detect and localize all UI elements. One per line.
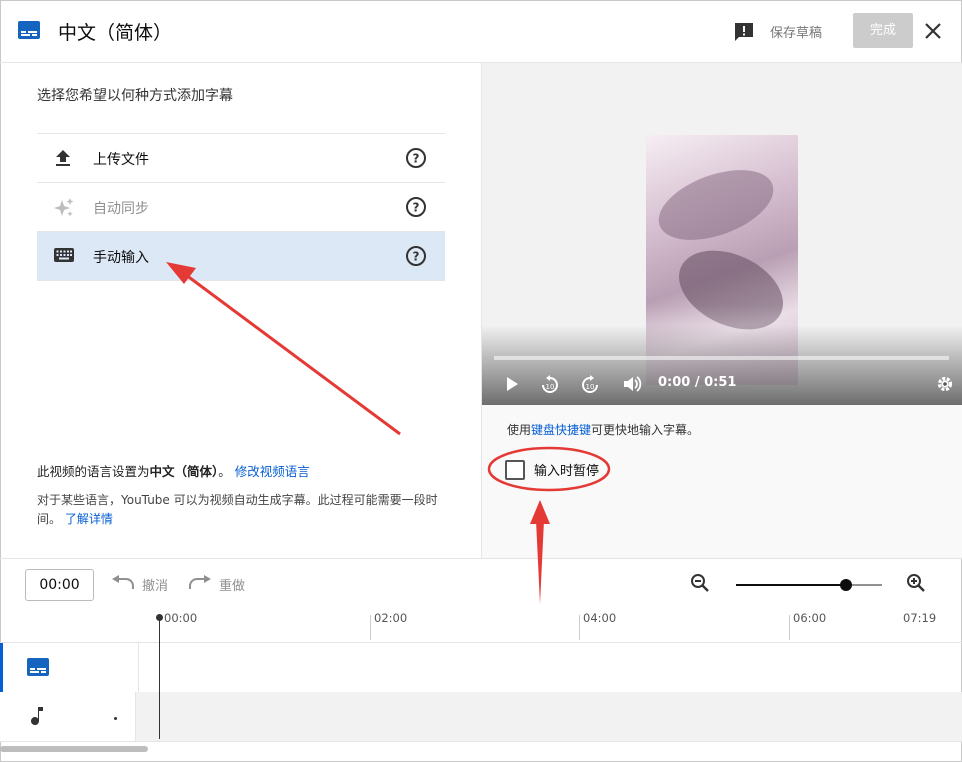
method-prompt: 选择您希望以何种方式添加字幕 xyxy=(37,88,233,104)
close-icon[interactable] xyxy=(923,21,943,45)
ruler-tick: 00:00 xyxy=(164,611,198,625)
divider xyxy=(37,280,445,281)
redo-button[interactable]: 重做 xyxy=(219,575,245,594)
learn-more-link[interactable]: 了解详情 xyxy=(65,512,113,526)
subtitle-track-header xyxy=(0,643,139,692)
option-label: 自动同步 xyxy=(93,201,149,217)
progress-bar[interactable] xyxy=(494,356,949,360)
done-button[interactable]: 完成 xyxy=(853,13,913,48)
subtitle-track[interactable] xyxy=(0,643,962,693)
svg-text:?: ? xyxy=(413,201,420,215)
option-label: 手动输入 xyxy=(93,250,149,266)
upload-icon xyxy=(53,148,73,172)
zoom-slider-thumb[interactable] xyxy=(839,579,852,591)
language-prefix: 此视频的语言设置为 xyxy=(37,464,150,479)
pause-while-typing-checkbox[interactable] xyxy=(505,460,525,480)
subtitles-icon xyxy=(18,21,40,43)
pause-while-typing-label[interactable]: 输入时暂停 xyxy=(534,460,599,479)
video-player[interactable]: 10 10 0:00 / 0:51 xyxy=(482,63,962,405)
ruler-tick: 06:00 xyxy=(789,611,826,640)
help-icon[interactable]: ? xyxy=(405,245,427,271)
waveform-dot xyxy=(114,717,117,720)
volume-icon[interactable] xyxy=(622,375,642,397)
subtitles-icon xyxy=(27,658,49,680)
option-manual-input[interactable]: 手动输入 ? xyxy=(37,231,445,280)
ruler-tick: 04:00 xyxy=(579,611,616,640)
zoom-out-icon[interactable] xyxy=(690,573,710,597)
player-time: 0:00 / 0:51 xyxy=(658,375,737,390)
page-title: 中文（简体） xyxy=(58,22,173,44)
save-draft-button[interactable]: 保存草稿 xyxy=(770,22,822,41)
music-note-icon xyxy=(30,706,44,730)
option-upload-file[interactable]: 上传文件 ? xyxy=(37,133,445,182)
svg-text:10: 10 xyxy=(546,383,555,391)
method-panel: 选择您希望以何种方式添加字幕 上传文件 ? 自动同步 ? 手动输入 ? 此视频的… xyxy=(0,63,481,558)
svg-text:10: 10 xyxy=(586,383,595,391)
playhead-handle[interactable] xyxy=(156,614,163,621)
svg-text:?: ? xyxy=(413,250,420,264)
keyboard-icon xyxy=(53,246,75,268)
undo-button[interactable]: 撤消 xyxy=(142,575,168,594)
language-value: 中文（简体） xyxy=(149,464,219,479)
language-setting: 此视频的语言设置为中文（简体）。 修改视频语言 xyxy=(37,461,310,480)
undo-icon[interactable] xyxy=(111,575,135,595)
hint-suffix: 可更快地输入字幕。 xyxy=(591,423,700,437)
language-suffix: 。 xyxy=(218,464,231,479)
current-time-field[interactable]: 00:00 xyxy=(25,569,94,601)
player-controls: 10 10 0:00 / 0:51 xyxy=(482,325,962,405)
ruler-tick: 07:19 xyxy=(903,611,937,625)
zoom-slider-fill xyxy=(736,584,846,586)
redo-icon[interactable] xyxy=(188,575,212,595)
audio-track[interactable] xyxy=(0,692,962,742)
keyboard-shortcuts-link[interactable]: 键盘快捷键 xyxy=(531,423,591,437)
option-label: 上传文件 xyxy=(93,152,149,168)
help-icon[interactable]: ? xyxy=(405,196,427,222)
audio-track-header xyxy=(0,692,136,741)
playhead[interactable] xyxy=(159,617,160,739)
zoom-in-icon[interactable] xyxy=(906,573,926,597)
rewind-10-icon[interactable]: 10 xyxy=(540,375,560,399)
shortcut-hint: 使用键盘快捷键可更快地输入字幕。 xyxy=(507,421,699,438)
zoom-slider[interactable] xyxy=(736,579,882,591)
hint-prefix: 使用 xyxy=(507,423,532,437)
svg-text:?: ? xyxy=(413,152,420,166)
dialog-header: 中文（简体） 保存草稿 完成 xyxy=(0,0,962,63)
option-auto-sync[interactable]: 自动同步 ? xyxy=(37,182,445,231)
forward-10-icon[interactable]: 10 xyxy=(580,375,600,399)
play-icon[interactable] xyxy=(504,375,520,397)
timeline-toolbar: 00:00 撤消 重做 xyxy=(0,558,962,611)
settings-gear-icon[interactable] xyxy=(936,375,954,397)
sparkle-icon xyxy=(53,197,75,223)
timeline-ruler[interactable]: 00:00 02:00 04:00 06:00 07:19 xyxy=(0,611,962,643)
ruler-tick: 02:00 xyxy=(370,611,407,640)
feedback-icon[interactable] xyxy=(733,21,755,47)
preview-panel: 10 10 0:00 / 0:51 使用键盘快捷键可更快地输入字幕。 输入时暂停 xyxy=(481,63,962,558)
help-icon[interactable]: ? xyxy=(405,147,427,173)
change-language-link[interactable]: 修改视频语言 xyxy=(235,464,310,479)
auto-caption-note: 对于某些语言，YouTube 可以为视频自动生成字幕。此过程可能需要一段时间。 … xyxy=(37,491,447,529)
timeline-scrollbar[interactable] xyxy=(0,746,148,752)
